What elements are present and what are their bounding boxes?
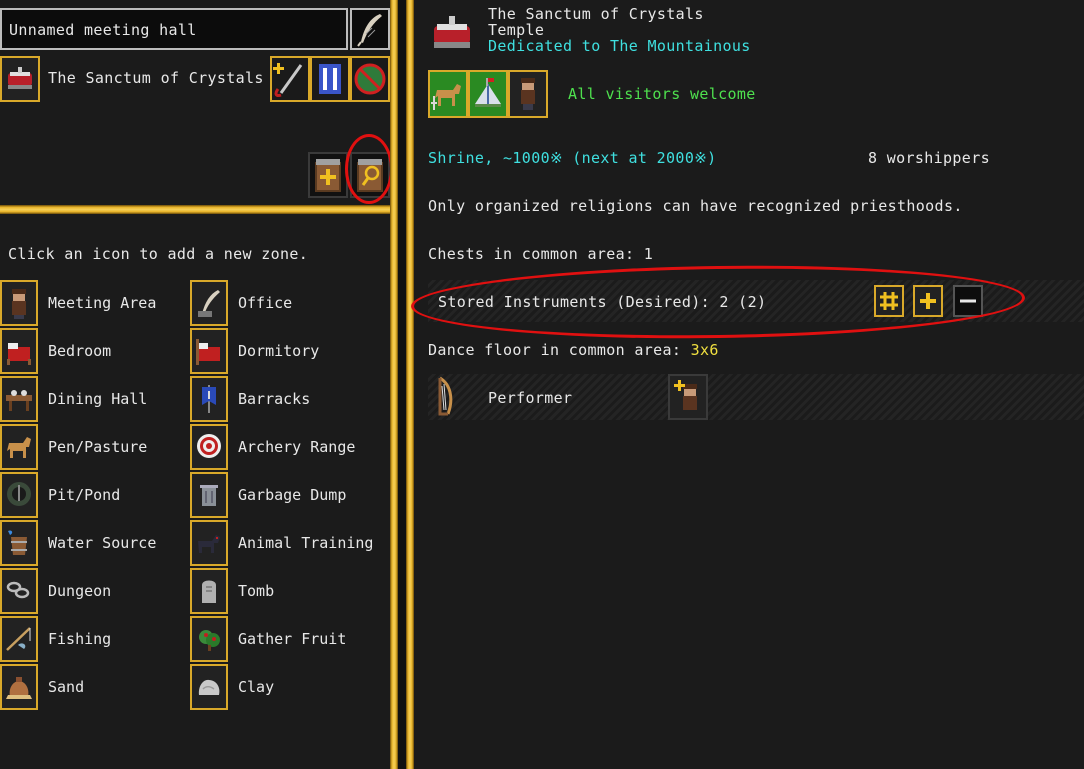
table-icon: [0, 376, 38, 422]
bucket-icon: [0, 520, 38, 566]
horse-icon: [0, 424, 38, 470]
fishing-rod-icon: [0, 616, 38, 662]
zone-type-label: Archery Range: [238, 438, 356, 456]
dwarf-icon: [0, 280, 38, 326]
zone-type-dining-hall[interactable]: Dining Hall: [0, 376, 190, 422]
quill-icon: [190, 280, 228, 326]
zone-type-label: Water Source: [48, 534, 157, 552]
zone-type-label: Tomb: [238, 582, 275, 600]
banner-icon: [190, 376, 228, 422]
assign-performer-button[interactable]: [668, 374, 708, 420]
zone-name-field[interactable]: Unnamed meeting hall: [0, 8, 348, 50]
divider-gap: [398, 0, 406, 769]
remove-zone-button[interactable]: [350, 56, 390, 102]
access-status: All visitors welcome: [568, 85, 756, 103]
location-dedication: Dedicated to The Mountainous: [488, 37, 751, 55]
dance-floor-label: Dance floor in common area: 3x6: [428, 342, 719, 358]
tombstone-icon: [190, 568, 228, 614]
zone-type-bedroom[interactable]: Bedroom: [0, 328, 190, 374]
location-name: The Sanctum of Crystals: [48, 69, 264, 87]
dwarf-icon: [521, 78, 535, 110]
zone-type-office[interactable]: Office: [190, 280, 380, 326]
trash-can-icon: [190, 472, 228, 518]
zone-type-label: Dormitory: [238, 342, 320, 360]
clay-lump-icon: [190, 664, 228, 710]
zone-type-dungeon[interactable]: Dungeon: [0, 568, 190, 614]
zone-type-label: Pen/Pasture: [48, 438, 148, 456]
zone-type-label: Dungeon: [48, 582, 112, 600]
quill-icon: [357, 14, 382, 47]
zone-type-label: Animal Training: [238, 534, 374, 552]
main-divider: [390, 0, 398, 769]
access-animals-button[interactable]: [428, 70, 468, 118]
access-citizens-button[interactable]: [508, 70, 548, 118]
zone-type-label: Dining Hall: [48, 390, 148, 408]
left-panel-divider: [0, 205, 398, 214]
pause-zone-button[interactable]: [310, 56, 350, 102]
annotation-circle-view-location: [345, 134, 393, 204]
zone-type-barracks[interactable]: Barracks: [190, 376, 380, 422]
sand-bag-icon: [0, 664, 38, 710]
zone-type-pit-pond[interactable]: Pit/Pond: [0, 472, 190, 518]
shrine-status: Shrine, ~1000※ (next at 2000※): [428, 149, 717, 167]
zone-type-clay[interactable]: Clay: [190, 664, 380, 710]
tent-icon: [475, 78, 501, 107]
zone-type-fishing[interactable]: Fishing: [0, 616, 190, 662]
pit-icon: [0, 472, 38, 518]
zone-type-label: Barracks: [238, 390, 311, 408]
chain-icon: [0, 568, 38, 614]
harp-icon: [434, 376, 460, 416]
temple-location-icon: [0, 56, 40, 102]
rename-zone-button[interactable]: [350, 8, 390, 50]
location-type-icon: [430, 12, 474, 52]
priesthood-note: Only organized religions can have recogn…: [428, 197, 963, 215]
dwarf-plus-icon: [674, 380, 697, 410]
zone-type-label: Clay: [238, 678, 275, 696]
bed-icon: [0, 328, 38, 374]
zone-name-value: Unnamed meeting hall: [9, 21, 197, 39]
pause-icon: [319, 64, 341, 94]
zone-type-tomb[interactable]: Tomb: [190, 568, 380, 614]
zone-type-label: Fishing: [48, 630, 112, 648]
shrine-icon: [434, 16, 470, 48]
zone-type-garbage-dump[interactable]: Garbage Dump: [190, 472, 380, 518]
dog-icon: [190, 520, 228, 566]
shrine-icon: [8, 67, 32, 89]
worshipper-count: 8 worshippers: [868, 149, 990, 167]
assign-location-button[interactable]: [270, 56, 310, 102]
access-visitors-button[interactable]: [468, 70, 508, 118]
zone-type-label: Office: [238, 294, 293, 312]
zone-type-label: Gather Fruit: [238, 630, 347, 648]
zone-type-gather-fruit[interactable]: Gather Fruit: [190, 616, 380, 662]
dormitory-bed-icon: [190, 328, 228, 374]
zone-type-archery-range[interactable]: Archery Range: [190, 424, 380, 470]
fruit-bush-icon: [190, 616, 228, 662]
chest-plus-icon: [315, 159, 341, 192]
zone-type-label: Meeting Area: [48, 294, 157, 312]
dance-floor-size: 3x6: [690, 341, 719, 359]
location-title: The Sanctum of Crystals: [488, 5, 704, 23]
target-icon: [190, 424, 228, 470]
zone-type-meeting-area[interactable]: Meeting Area: [0, 280, 190, 326]
horse-icon: [431, 84, 461, 110]
location-type: Temple: [488, 21, 545, 39]
add-to-location-button[interactable]: [308, 152, 348, 198]
add-zone-instruction: Click an icon to add a new zone.: [8, 245, 309, 263]
position-role: Performer: [488, 389, 573, 407]
zone-type-label: Bedroom: [48, 342, 112, 360]
zone-type-label: Pit/Pond: [48, 486, 121, 504]
chests-count: Chests in common area: 1: [428, 245, 654, 263]
no-entry-icon: [354, 63, 386, 95]
zone-type-water-source[interactable]: Water Source: [0, 520, 190, 566]
zone-type-sand[interactable]: Sand: [0, 664, 190, 710]
zone-type-dormitory[interactable]: Dormitory: [190, 328, 380, 374]
zone-type-label: Sand: [48, 678, 85, 696]
dance-floor-text: Dance floor in common area:: [428, 341, 691, 359]
zone-type-animal-training[interactable]: Animal Training: [190, 520, 380, 566]
right-panel-border: [406, 0, 414, 769]
zone-type-label: Garbage Dump: [238, 486, 347, 504]
zone-type-pen-pasture[interactable]: Pen/Pasture: [0, 424, 190, 470]
pickaxe-plus-icon: [273, 63, 303, 97]
